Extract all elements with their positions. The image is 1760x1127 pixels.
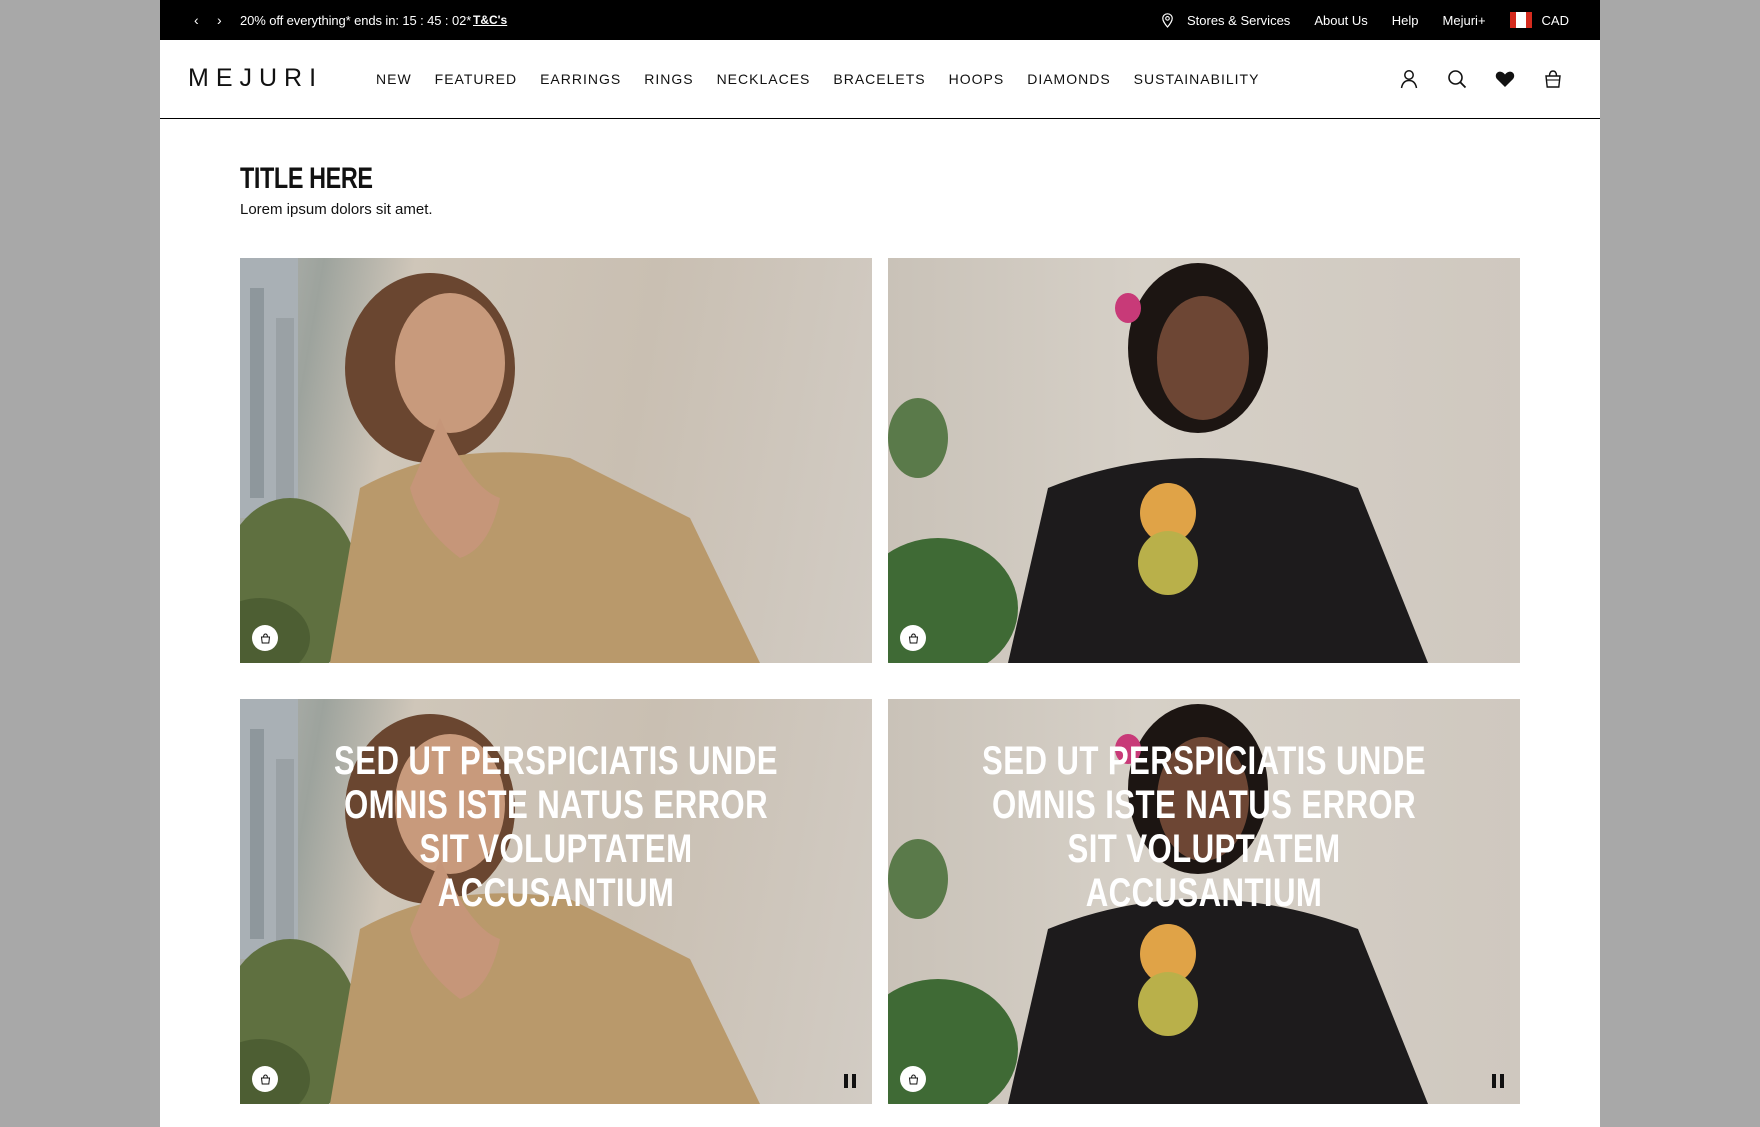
stores-services-label: Stores & Services bbox=[1186, 12, 1291, 28]
about-us-link[interactable]: About Us bbox=[1314, 13, 1367, 28]
model-photo bbox=[888, 258, 1520, 663]
search-icon[interactable] bbox=[1446, 68, 1468, 90]
tile-overlay-text: SED UT PERSPICIATIS UNDE OMNIS ISTE NATU… bbox=[334, 739, 778, 915]
help-link[interactable]: Help bbox=[1392, 13, 1419, 28]
shopping-bag-icon[interactable] bbox=[252, 625, 278, 651]
currency-selector[interactable]: ✦ CAD bbox=[1509, 12, 1569, 28]
media-tile[interactable]: SED UT PERSPICIATIS UNDE OMNIS ISTE NATU… bbox=[888, 699, 1520, 1104]
media-tile[interactable] bbox=[888, 258, 1520, 663]
media-tile[interactable] bbox=[240, 258, 872, 663]
nav-item-diamonds[interactable]: DIAMONDS bbox=[1027, 71, 1110, 87]
nav-item-earrings[interactable]: EARRINGS bbox=[540, 71, 621, 87]
promo-bar: ‹ › 20% off everything* ends in: 15 : 45… bbox=[160, 0, 1600, 40]
logo[interactable]: MEJURI bbox=[188, 64, 323, 93]
account-icon[interactable] bbox=[1398, 68, 1420, 90]
site-header: MEJURI NEW FEATURED EARRINGS RINGS NECKL… bbox=[160, 40, 1600, 119]
shopping-bag-icon[interactable] bbox=[900, 1066, 926, 1092]
main-nav: NEW FEATURED EARRINGS RINGS NECKLACES BR… bbox=[376, 71, 1282, 87]
page-subtitle: Lorem ipsum dolors sit amet. bbox=[240, 201, 433, 218]
header-icons bbox=[1398, 68, 1564, 90]
currency-label: CAD bbox=[1541, 12, 1569, 28]
mejuri-plus-link[interactable]: Mejuri+ bbox=[1443, 13, 1486, 28]
promo-message: 20% off everything* ends in: 15 : 45 : 0… bbox=[240, 13, 472, 28]
model-photo bbox=[240, 258, 872, 663]
pause-icon[interactable] bbox=[844, 1074, 856, 1088]
nav-item-hoops[interactable]: HOOPS bbox=[949, 71, 1005, 87]
canada-flag-icon: ✦ bbox=[1509, 12, 1532, 28]
chevron-left-icon[interactable]: ‹ bbox=[194, 11, 199, 29]
nav-item-new[interactable]: NEW bbox=[376, 71, 412, 87]
tile-overlay-headline: SED UT PERSPICIATIS UNDE OMNIS ISTE NATU… bbox=[888, 739, 1520, 915]
page-title: TITLE HERE bbox=[240, 162, 373, 195]
nav-item-bracelets[interactable]: BRACELETS bbox=[833, 71, 925, 87]
stores-services-link[interactable]: Stores & Services bbox=[1162, 13, 1290, 28]
nav-item-sustainability[interactable]: SUSTAINABILITY bbox=[1134, 71, 1260, 87]
nav-item-rings[interactable]: RINGS bbox=[644, 71, 693, 87]
shopping-bag-icon[interactable] bbox=[900, 625, 926, 651]
chevron-right-icon[interactable]: › bbox=[217, 11, 222, 29]
nav-item-necklaces[interactable]: NECKLACES bbox=[717, 71, 811, 87]
pause-icon[interactable] bbox=[1492, 1074, 1504, 1088]
media-tile[interactable]: SED UT PERSPICIATIS UNDE OMNIS ISTE NATU… bbox=[240, 699, 872, 1104]
heart-icon[interactable] bbox=[1494, 68, 1516, 90]
tile-overlay-text: SED UT PERSPICIATIS UNDE OMNIS ISTE NATU… bbox=[982, 739, 1426, 915]
page: ‹ › 20% off everything* ends in: 15 : 45… bbox=[160, 0, 1600, 1127]
shopping-bag-icon[interactable] bbox=[252, 1066, 278, 1092]
location-pin-icon bbox=[1162, 12, 1173, 28]
tile-overlay-headline: SED UT PERSPICIATIS UNDE OMNIS ISTE NATU… bbox=[240, 739, 872, 915]
utility-links: Stores & Services About Us Help Mejuri+ … bbox=[1162, 0, 1569, 40]
bag-icon[interactable] bbox=[1542, 68, 1564, 90]
terms-link[interactable]: T&C's bbox=[473, 13, 507, 27]
nav-item-featured[interactable]: FEATURED bbox=[435, 71, 517, 87]
